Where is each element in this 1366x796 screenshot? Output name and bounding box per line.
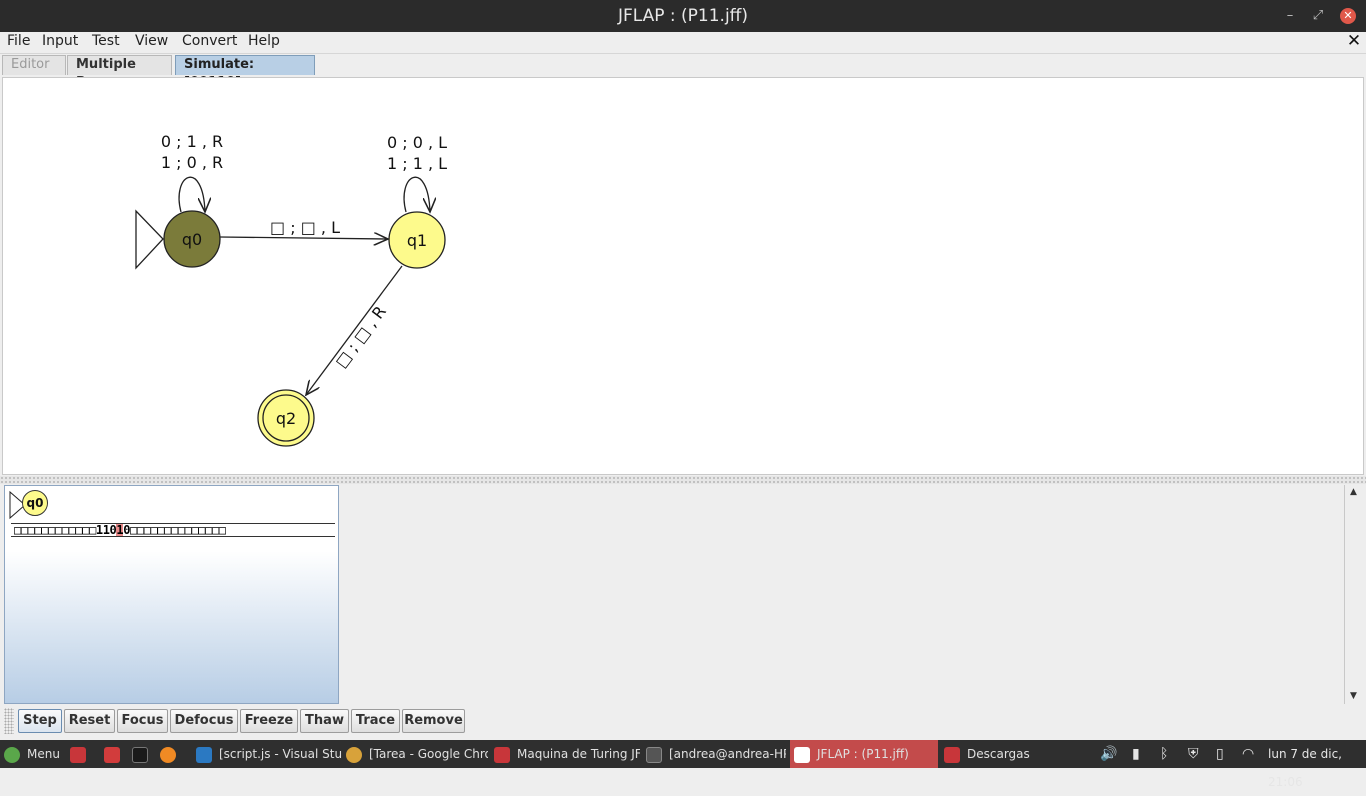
- configuration-panel[interactable]: q0 x □□□□□□□□□□□□11010□□□□□□□□□□□□□□: [4, 485, 339, 704]
- maximize-icon[interactable]: ⤢: [1310, 8, 1326, 24]
- tab-bar: Editor Multiple Run Simulate: [00110]: [0, 54, 1366, 90]
- label-q1-loop-2: 1 ; 1 , L: [387, 154, 447, 173]
- taskbar-item-label: [Tarea - Google Chro...: [369, 747, 488, 761]
- label-q0-loop-1: 0 ; 1 , R: [161, 132, 223, 151]
- bluetooth-icon[interactable]: ᛒ: [1160, 740, 1168, 768]
- close-tab-icon[interactable]: ✕: [1344, 32, 1364, 50]
- loop-q1: [403, 176, 430, 212]
- chrome-icon: [346, 746, 362, 763]
- taskbar-item-label: JFLAP : (P11.jff): [817, 747, 909, 761]
- tape-left: □□□□□□□□□□□□: [14, 523, 96, 537]
- defocus-button[interactable]: Defocus: [170, 709, 238, 733]
- configuration-list-area: [340, 485, 1344, 704]
- menu-test[interactable]: Test: [92, 32, 120, 52]
- automaton-canvas[interactable]: 0 ; 1 , R 1 ; 0 , R 0 ; 0 , L 1 ; 1 , L …: [2, 77, 1364, 475]
- thaw-button[interactable]: Thaw: [300, 709, 349, 733]
- terminal-icon: [646, 746, 662, 763]
- tab-editor[interactable]: Editor: [2, 55, 66, 75]
- terminal-icon: [132, 746, 148, 763]
- clipboard-icon[interactable]: ▯: [1216, 740, 1224, 768]
- taskbar-item-jflap[interactable]: JFLAP : (P11.jff): [790, 740, 938, 768]
- menu-view[interactable]: View: [135, 32, 168, 52]
- close-window-icon[interactable]: ✕: [1340, 8, 1356, 24]
- jflap-icon: [794, 746, 810, 763]
- wifi-icon[interactable]: ◠: [1242, 740, 1254, 768]
- folder-icon: [944, 746, 960, 763]
- reset-button[interactable]: Reset: [64, 709, 115, 733]
- desktop-icon: [70, 746, 86, 763]
- window-titlebar: JFLAP : (P11.jff) – ⤢ ✕: [0, 0, 1366, 32]
- label-q0-loop-2: 1 ; 0 , R: [161, 153, 223, 172]
- files-launcher[interactable]: [104, 740, 124, 768]
- state-q2-label: q2: [276, 409, 296, 428]
- taskbar-item-label: Maquina de Turing JF...: [517, 747, 640, 761]
- minimize-icon[interactable]: –: [1282, 8, 1298, 24]
- document-icon: [494, 746, 510, 763]
- state-q1-label: q1: [407, 231, 427, 250]
- menu-bar: File Input Test View Convert Help: [0, 32, 1366, 54]
- tape: x □□□□□□□□□□□□11010□□□□□□□□□□□□□□: [11, 521, 335, 541]
- taskbar-item-label: [andrea@andrea-HP-...: [669, 747, 786, 761]
- tab-simulate[interactable]: Simulate: [00110]: [175, 55, 315, 90]
- step-button[interactable]: Step: [18, 709, 62, 733]
- menu-input[interactable]: Input: [42, 32, 78, 52]
- menu-help[interactable]: Help: [248, 32, 280, 52]
- taskbar-item-chrome[interactable]: [Tarea - Google Chro...: [346, 740, 488, 768]
- button-bar: Step Reset Focus Defocus Freeze Thaw Tra…: [0, 705, 1366, 739]
- vscode-icon: [196, 746, 212, 763]
- window-title: JFLAP : (P11.jff): [617, 6, 749, 26]
- taskbar-item-label: [script.js - Visual Stud...: [219, 747, 342, 761]
- menu-file[interactable]: File: [7, 32, 30, 52]
- mint-logo-icon: [4, 746, 20, 763]
- vertical-scrollbar[interactable]: ▲ ▼: [1344, 485, 1361, 704]
- folder-icon: [104, 746, 120, 763]
- freeze-button[interactable]: Freeze: [240, 709, 298, 733]
- volume-icon[interactable]: 🔊: [1100, 740, 1117, 768]
- edge-q0-q1: [219, 237, 388, 239]
- scroll-down-icon[interactable]: ▼: [1347, 690, 1360, 703]
- split-divider[interactable]: [0, 476, 1366, 484]
- terminal-launcher[interactable]: [132, 740, 152, 768]
- label-q1-loop-1: 0 ; 0 , L: [387, 133, 447, 152]
- taskbar-item-vscode[interactable]: [script.js - Visual Stud...: [196, 740, 342, 768]
- desktop-launcher[interactable]: [70, 740, 90, 768]
- clock[interactable]: lun 7 de dic, 21:06: [1268, 740, 1366, 789]
- focus-button[interactable]: Focus: [117, 709, 168, 733]
- start-menu-button[interactable]: Menu: [4, 740, 64, 768]
- taskbar-item-label: Descargas: [967, 747, 1030, 761]
- taskbar: Menu [script.js - Visual Stud... [Tarea …: [0, 740, 1366, 789]
- automaton-diagram: 0 ; 1 , R 1 ; 0 , R 0 ; 0 , L 1 ; 1 , L …: [135, 132, 447, 447]
- taskbar-item-document[interactable]: Maquina de Turing JF...: [494, 740, 640, 768]
- start-menu-label: Menu: [27, 747, 60, 761]
- remove-button[interactable]: Remove: [402, 709, 465, 733]
- tape-right: □□□□□□□□□□□□□□: [130, 523, 226, 537]
- firefox-icon: [160, 746, 176, 763]
- tab-multiple-run[interactable]: Multiple Run: [67, 55, 172, 90]
- trace-button[interactable]: Trace: [351, 709, 400, 733]
- taskbar-item-downloads[interactable]: Descargas: [942, 740, 1042, 768]
- loop-q0: [178, 176, 205, 212]
- config-state: q0: [22, 490, 48, 516]
- menu-convert[interactable]: Convert: [182, 32, 237, 52]
- firefox-launcher[interactable]: [160, 740, 180, 768]
- usb-icon[interactable]: ▮: [1132, 740, 1140, 768]
- initial-state-arrow: [135, 209, 164, 270]
- scroll-up-icon[interactable]: ▲: [1347, 486, 1360, 499]
- tape-written: 110: [95, 523, 117, 537]
- tape-cells: □□□□□□□□□□□□11010□□□□□□□□□□□□□□: [11, 523, 335, 537]
- toolbar-grip[interactable]: [4, 708, 14, 734]
- state-q0-label: q0: [182, 230, 202, 249]
- label-q0-q1: □ ; □ , L: [270, 218, 340, 237]
- taskbar-item-terminal[interactable]: [andrea@andrea-HP-...: [646, 740, 786, 768]
- label-q1-q2: □ ; □ , R: [331, 302, 390, 371]
- shield-icon[interactable]: ⛨: [1188, 740, 1199, 768]
